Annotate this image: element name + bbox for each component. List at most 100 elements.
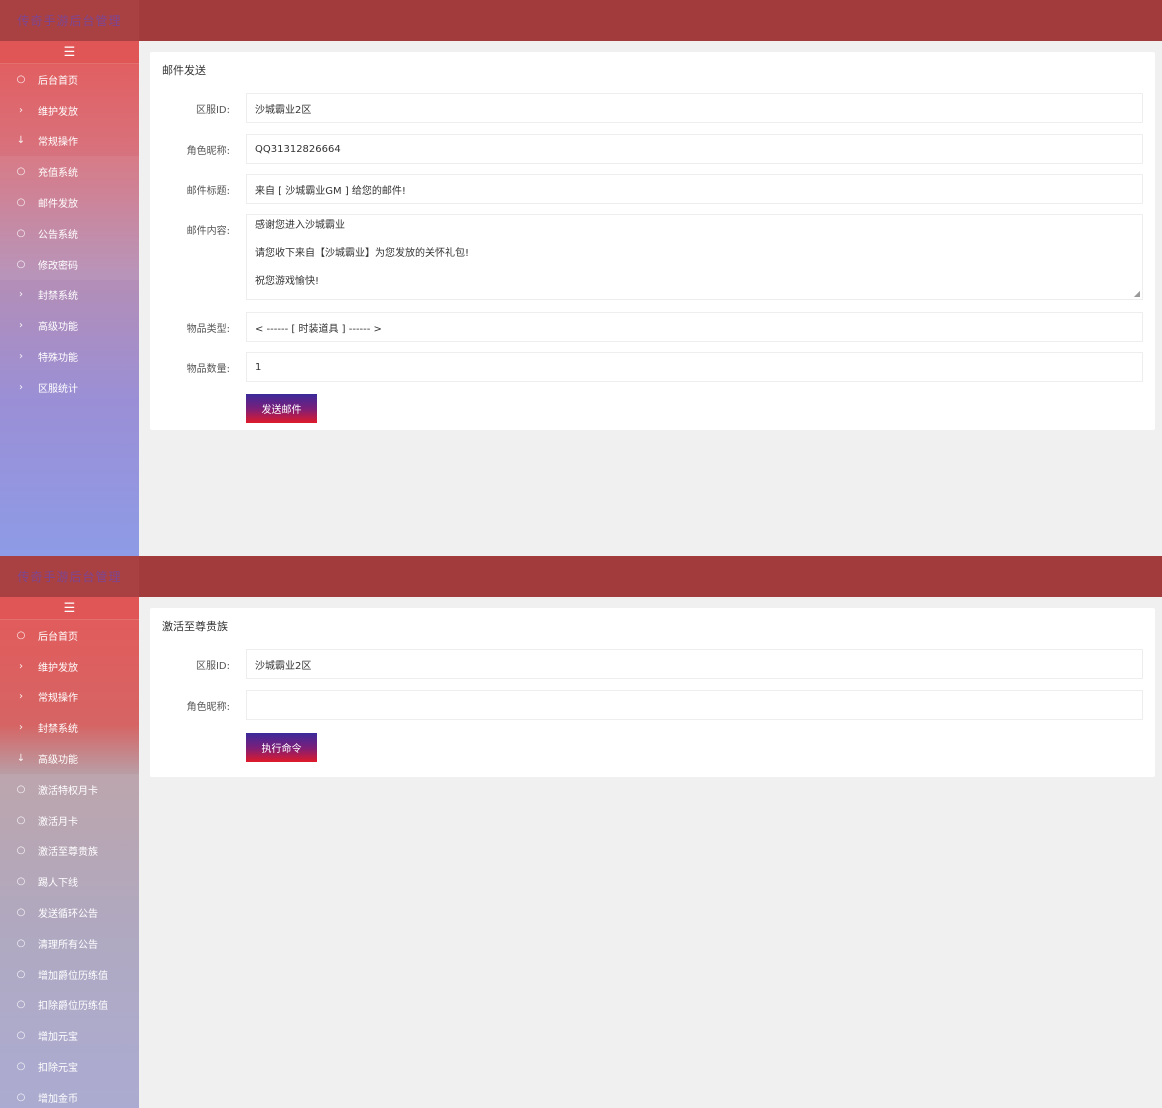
activate-noble-screen: 传奇手游后台管理 ☰ ○ 后台首页 › 维护发放 › 常规操作 › 封禁系统 ↓ 高级功能 ○ 激活特…: [0, 556, 1162, 1108]
sidebar-item-label: 常规操作: [38, 137, 78, 149]
role-name-label: 角色昵称:: [186, 146, 230, 157]
sidebar: ☰ ○ 后台首页 › 维护发放 ↓ 常规操作 ○ 充值系统 ○ 邮件发放 ○ 公告系统 ○ 修改密码 › 封禁…: [0, 41, 139, 556]
sidebar-item[interactable]: ○ 增加金币: [0, 1081, 139, 1108]
sidebar-item-label: 增加元宝: [38, 1032, 78, 1044]
sidebar-item-label: 高级功能: [38, 755, 78, 767]
sidebar-item[interactable]: ○ 清理所有公告: [0, 927, 139, 959]
top-header-bar: [0, 0, 1162, 41]
sidebar-item-label: 公告系统: [38, 229, 78, 241]
sidebar-item[interactable]: ○ 激活特权月卡: [0, 773, 139, 805]
sidebar-item[interactable]: ○ 扣除元宝: [0, 1051, 139, 1082]
circle-icon: ○: [16, 968, 26, 980]
chevron-right-icon: ›: [19, 381, 23, 393]
sidebar-item[interactable]: ↓ 常规操作: [0, 126, 139, 157]
role-name-input[interactable]: [246, 690, 1143, 720]
sidebar-item-label: 维护发放: [38, 106, 78, 118]
circle-icon: ○: [16, 999, 26, 1011]
chevron-down-icon: ↓: [16, 135, 26, 147]
sidebar-item-label: 邮件发放: [38, 199, 78, 211]
sidebar-item[interactable]: › 维护发放: [0, 651, 139, 682]
circle-icon: ○: [16, 845, 26, 857]
brand-title: 传奇手游后台管理: [17, 570, 122, 584]
circle-icon: ○: [16, 907, 26, 919]
execute-command-button[interactable]: 执行命令: [246, 733, 317, 762]
circle-icon: ○: [16, 876, 26, 888]
mail-content-line: 祝您游戏愉快!: [255, 276, 320, 287]
send-mail-button[interactable]: 发送邮件: [246, 394, 317, 423]
circle-icon: ○: [16, 783, 26, 795]
item-type-label: 物品类型:: [186, 324, 230, 335]
role-name-label: 角色昵称:: [186, 702, 230, 713]
sidebar-item[interactable]: ↓ 高级功能: [0, 743, 139, 774]
sidebar-item-label: 增加爵位历练值: [38, 970, 108, 982]
chevron-right-icon: ›: [19, 691, 23, 703]
sidebar-item[interactable]: ○ 充值系统: [0, 156, 139, 188]
sidebar-item-label: 扣除爵位历练值: [38, 1001, 108, 1013]
circle-icon: ○: [16, 1061, 26, 1073]
sidebar-item-label: 封禁系统: [38, 724, 78, 736]
sidebar-item[interactable]: ○ 激活月卡: [0, 804, 139, 836]
chevron-right-icon: ›: [19, 660, 23, 672]
sidebar-item-label: 特殊功能: [38, 353, 78, 365]
item-type-select[interactable]: < ------ [ 时装道具 ] ------ >: [246, 312, 1143, 342]
chevron-right-icon: ›: [19, 351, 23, 363]
brand-logo: 传奇手游后台管理: [0, 0, 139, 41]
mail-subject-input[interactable]: 来自 [ 沙城霸业GM ] 给您的邮件!: [246, 174, 1143, 204]
sidebar-item[interactable]: › 区服统计: [0, 372, 139, 403]
mail-content-line: 感谢您进入沙城霸业: [255, 220, 345, 231]
circle-icon: ○: [16, 937, 26, 949]
sidebar-item[interactable]: ○ 激活至尊贵族: [0, 835, 139, 867]
card-title: 激活至尊贵族: [162, 620, 228, 633]
server-id-select[interactable]: 沙城霸业2区: [246, 93, 1143, 123]
sidebar-item[interactable]: › 封禁系统: [0, 712, 139, 743]
server-id-select[interactable]: 沙城霸业2区: [246, 649, 1143, 679]
sidebar-item[interactable]: ○ 发送循环公告: [0, 897, 139, 928]
sidebar-item[interactable]: › 封禁系统: [0, 280, 139, 311]
top-header-bar: [0, 556, 1162, 597]
sidebar-item[interactable]: ○ 后台首页: [0, 64, 139, 95]
sidebar-item[interactable]: ○ 公告系统: [0, 217, 139, 249]
sidebar-item[interactable]: ○ 增加元宝: [0, 1020, 139, 1052]
menu-toggle-icon[interactable]: ☰: [0, 597, 139, 620]
circle-icon: ○: [16, 73, 26, 85]
circle-icon: ○: [16, 1030, 26, 1042]
sidebar-item-label: 踢人下线: [38, 878, 78, 890]
item-qty-input[interactable]: 1: [246, 352, 1143, 382]
mail-content-line: 请您收下来自【沙城霸业】为您发放的关怀礼包!: [255, 248, 470, 259]
sidebar-item[interactable]: ○ 增加爵位历练值: [0, 958, 139, 990]
brand-logo: 传奇手游后台管理: [0, 556, 139, 597]
sidebar-item-label: 增加金币: [38, 1093, 78, 1105]
sidebar-item-label: 发送循环公告: [38, 909, 98, 921]
card-title: 邮件发送: [162, 64, 206, 77]
circle-icon: ○: [16, 258, 26, 270]
chevron-right-icon: ›: [19, 320, 23, 332]
brand-title: 传奇手游后台管理: [17, 14, 122, 28]
sidebar-item[interactable]: › 常规操作: [0, 682, 139, 713]
chevron-right-icon: ›: [19, 104, 23, 116]
sidebar-item[interactable]: ○ 邮件发放: [0, 187, 139, 218]
sidebar-item-label: 修改密码: [38, 260, 78, 272]
sidebar-item-label: 清理所有公告: [38, 939, 98, 951]
mail-content-textarea[interactable]: 感谢您进入沙城霸业 请您收下来自【沙城霸业】为您发放的关怀礼包! 祝您游戏愉快!…: [246, 214, 1143, 300]
sidebar-item[interactable]: › 维护发放: [0, 95, 139, 126]
circle-icon: ○: [16, 629, 26, 641]
server-id-label: 区服ID:: [195, 661, 230, 672]
sidebar-item-label: 常规操作: [38, 693, 78, 705]
circle-icon: ○: [16, 814, 26, 826]
sidebar-item-label: 后台首页: [38, 75, 78, 87]
sidebar-item[interactable]: ○ 后台首页: [0, 620, 139, 651]
resize-handle-icon[interactable]: ◢: [1134, 289, 1140, 298]
sidebar-item-label: 区服统计: [38, 383, 78, 395]
role-name-input[interactable]: QQ31312826664: [246, 134, 1143, 164]
sidebar-item-label: 激活至尊贵族: [38, 847, 98, 859]
circle-icon: ○: [16, 227, 26, 239]
sidebar-item[interactable]: ○ 踢人下线: [0, 866, 139, 898]
sidebar-item-label: 激活月卡: [38, 816, 78, 828]
circle-icon: ○: [16, 1091, 26, 1103]
sidebar-item[interactable]: ○ 扣除爵位历练值: [0, 989, 139, 1021]
sidebar-item[interactable]: › 高级功能: [0, 310, 139, 341]
menu-toggle-icon[interactable]: ☰: [0, 41, 139, 64]
sidebar-item-label: 封禁系统: [38, 291, 78, 303]
sidebar-item[interactable]: › 特殊功能: [0, 341, 139, 372]
sidebar-item[interactable]: ○ 修改密码: [0, 248, 139, 280]
